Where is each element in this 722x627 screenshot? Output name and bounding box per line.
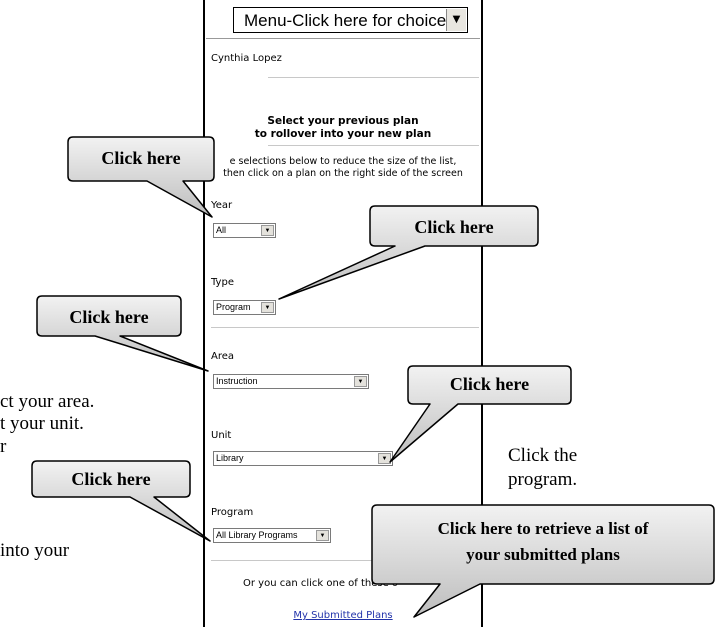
callout-area: Click here (69, 307, 149, 327)
callout-type: Click here (414, 217, 494, 237)
callout-year: Click here (101, 148, 181, 168)
callout-submitted-line1: Click here to retrieve a list of (437, 519, 649, 538)
callout-submitted-line2: your submitted plans (466, 545, 620, 564)
callout-unit: Click here (449, 374, 530, 394)
callout-program: Click here (71, 469, 151, 489)
